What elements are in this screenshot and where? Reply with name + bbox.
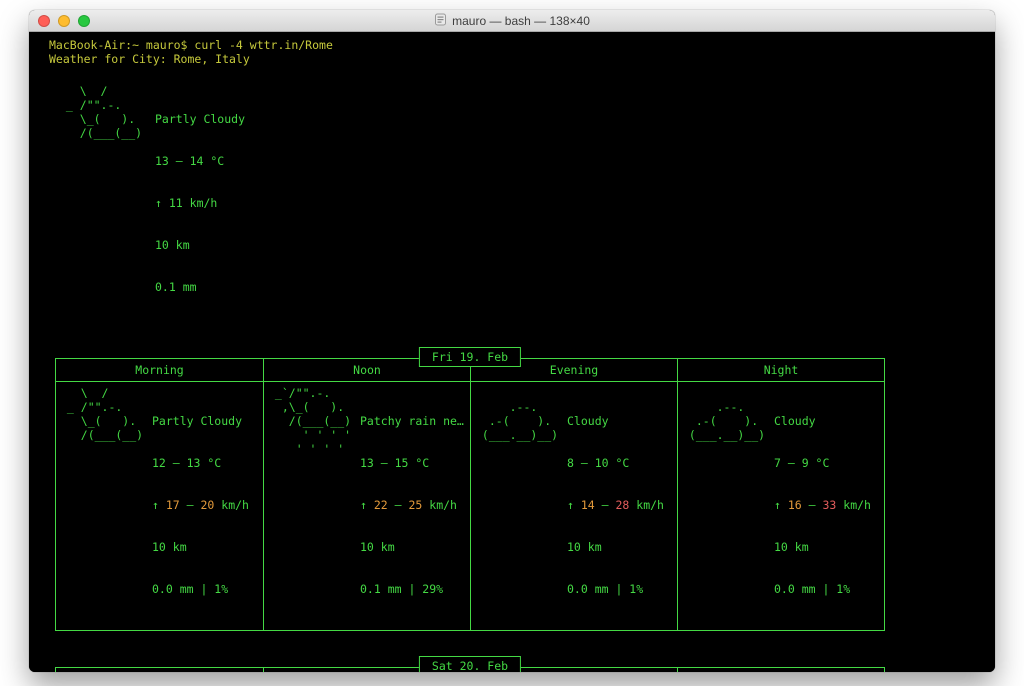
weather-info: Cloudy 7 – 9 °C ↑ 16 – 33 km/h 10 km 0.0… (774, 386, 871, 624)
wind-high: 33 (823, 498, 837, 512)
condition-text: Partly Cloudy (152, 414, 249, 428)
wind-high: 25 (409, 498, 423, 512)
wind-unit: km/h (422, 498, 457, 512)
wind-low: 11 (169, 196, 183, 210)
wind-sep: – (388, 498, 409, 512)
forecast-body-row: \ / _ /"".-. \_( ). /(___(__) Partly Clo… (56, 382, 884, 630)
precip-text: 0.1 mm (155, 280, 245, 294)
wind-unit: km/h (629, 498, 664, 512)
wind-arrow-icon: ↑ (567, 498, 581, 512)
prompt-line: MacBook-Air:~ mauro$ curl -4 wttr.in/Rom… (49, 38, 995, 52)
visibility-text: 10 km (567, 540, 664, 554)
wind-arrow-icon: ↑ (152, 498, 166, 512)
window-title: mauro — bash — 138×40 (452, 14, 590, 28)
date-text: Fri 19. Feb (432, 350, 508, 364)
column-header-morning: Morning (56, 668, 263, 672)
weather-art-icon: _`/"".-. ,\_( ). /(___(__) ' ' ' ' ' ' '… (268, 386, 360, 624)
forecast-cell-morning: \ / _ /"".-. \_( ). /(___(__) Partly Clo… (56, 382, 263, 630)
precip-text: 0.0 mm | 1% (152, 582, 249, 596)
close-button[interactable] (38, 15, 50, 27)
date-text: Sat 20. Feb (432, 659, 508, 672)
weather-info: Partly Cloudy 12 – 13 °C ↑ 17 – 20 km/h … (152, 386, 249, 624)
wind-text: ↑ 16 – 33 km/h (774, 498, 871, 512)
temperature-text: 12 – 13 °C (152, 456, 249, 470)
terminal-doc-icon (434, 13, 447, 29)
temperature-text: 8 – 10 °C (567, 456, 664, 470)
wind-low: 16 (788, 498, 802, 512)
weather-art-icon: .--. .-( ). (___.__)__) (475, 386, 567, 624)
weather-info: Partly Cloudy 13 – 14 °C ↑ 11 km/h 10 km… (155, 84, 245, 322)
precip-text: 0.1 mm | 29% (360, 582, 464, 596)
date-label: Sat 20. Feb (419, 656, 521, 672)
wind-arrow-icon: ↑ (360, 498, 374, 512)
wind-unit: km/h (183, 196, 218, 210)
column-header-morning: Morning (56, 359, 263, 381)
wind-sep: – (802, 498, 823, 512)
condition-text: Cloudy (567, 414, 664, 428)
visibility-text: 10 km (360, 540, 464, 554)
weather-info: Cloudy 8 – 10 °C ↑ 14 – 28 km/h 10 km 0.… (567, 386, 664, 624)
wind-low: 22 (374, 498, 388, 512)
column-header-night: Night (677, 668, 884, 672)
wind-text: ↑ 17 – 20 km/h (152, 498, 249, 512)
precip-text: 0.0 mm | 1% (567, 582, 664, 596)
current-conditions: \ / _ /"".-. \_( ). /(___(__) Partly Clo… (59, 84, 995, 322)
wind-sep: – (595, 498, 616, 512)
forecast-cell-noon: _`/"".-. ,\_( ). /(___(__) ' ' ' ' ' ' '… (263, 382, 470, 630)
precip-text: 0.0 mm | 1% (774, 582, 871, 596)
terminal-window: mauro — bash — 138×40 MacBook-Air:~ maur… (29, 10, 995, 672)
weather-info: Patchy rain ne… 13 – 15 °C ↑ 22 – 25 km/… (360, 386, 464, 624)
wind-arrow-icon: ↑ (155, 196, 169, 210)
condition-text: Partly Cloudy (155, 112, 245, 126)
minimize-button[interactable] (58, 15, 70, 27)
location-line: Weather for City: Rome, Italy (49, 52, 995, 66)
visibility-text: 10 km (774, 540, 871, 554)
temperature-text: 13 – 14 °C (155, 154, 245, 168)
wind-unit: km/h (836, 498, 871, 512)
condition-text: Patchy rain ne… (360, 414, 464, 428)
temperature-text: 7 – 9 °C (774, 456, 871, 470)
wind-arrow-icon: ↑ (774, 498, 788, 512)
temperature-text: 13 – 15 °C (360, 456, 464, 470)
wind-unit: km/h (214, 498, 249, 512)
wind-low: 14 (581, 498, 595, 512)
date-label: Fri 19. Feb (419, 347, 521, 367)
wind-low: 17 (166, 498, 180, 512)
wind-text: ↑ 14 – 28 km/h (567, 498, 664, 512)
window-titlebar[interactable]: mauro — bash — 138×40 (29, 10, 995, 32)
wind-high: 28 (616, 498, 630, 512)
visibility-text: 10 km (155, 238, 245, 252)
column-header-night: Night (677, 359, 884, 381)
forecast-table-fri: Fri 19. Feb Morning Noon Evening Night \… (55, 358, 885, 631)
wind-text: ↑ 11 km/h (155, 196, 245, 210)
condition-text: Cloudy (774, 414, 871, 428)
window-title-area: mauro — bash — 138×40 (29, 10, 995, 31)
wind-sep: – (180, 498, 201, 512)
forecast-cell-evening: .--. .-( ). (___.__)__) Cloudy 8 – 10 °C… (470, 382, 677, 630)
weather-art-icon: .--. .-( ). (___.__)__) (682, 386, 774, 624)
wind-text: ↑ 22 – 25 km/h (360, 498, 464, 512)
forecast-table-sat: Sat 20. Feb Morning Noon Evening Night \… (55, 667, 885, 672)
terminal-screen[interactable]: MacBook-Air:~ mauro$ curl -4 wttr.in/Rom… (29, 32, 995, 672)
weather-art-icon: \ / _ /"".-. \_( ). /(___(__) (60, 386, 152, 624)
forecast-cell-night: .--. .-( ). (___.__)__) Cloudy 7 – 9 °C … (677, 382, 884, 630)
traffic-lights (38, 15, 90, 27)
visibility-text: 10 km (152, 540, 249, 554)
weather-art-icon: \ / _ /"".-. \_( ). /(___(__) (59, 84, 155, 322)
wind-high: 20 (201, 498, 215, 512)
zoom-button[interactable] (78, 15, 90, 27)
